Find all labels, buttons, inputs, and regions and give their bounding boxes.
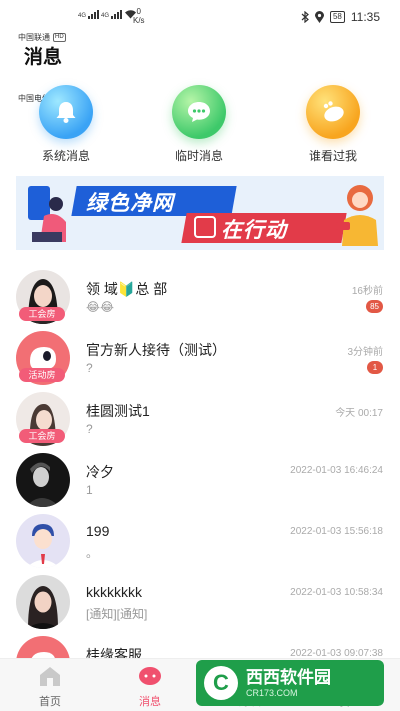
- quick-action-label: 谁看过我: [308, 149, 357, 163]
- unread-badge: 85: [366, 300, 383, 313]
- banner-subheadline: 在行动: [221, 219, 287, 242]
- conversation-time: 2022-01-03 16:46:24: [290, 465, 383, 476]
- list-item[interactable]: 活动房 官方新人接待（测试） ? 3分钟前 1: [0, 323, 400, 385]
- site-watermark: C 西西软件园 CR173.COM: [196, 660, 384, 706]
- conversation-time: 今天 00:17: [335, 408, 383, 419]
- conversation-name: kkkkkkkk: [86, 584, 142, 600]
- room-tag: 工会房: [19, 429, 65, 443]
- conversation-name: 领 域🔰总 部: [86, 281, 168, 297]
- unread-badge: 1: [367, 361, 383, 374]
- clock: 11:35: [350, 10, 380, 24]
- messages-icon: [139, 667, 161, 685]
- room-tag: 工会房: [19, 307, 65, 321]
- status-bar: 中国联通HD 中国电信HD 4G 4G 0 K/s 58 11:35: [0, 0, 400, 103]
- avatar: [16, 575, 70, 629]
- conversation-time: 3分钟前: [347, 347, 383, 358]
- location-icon: [314, 11, 324, 23]
- conversation-preview: 。: [86, 546, 99, 560]
- girl-with-megaphone-illustration: [336, 185, 378, 246]
- battery-icon: 58: [329, 11, 345, 23]
- nav-home-label: 首页: [39, 696, 61, 708]
- network-type-1: 4G: [78, 13, 87, 19]
- home-icon: [40, 667, 60, 686]
- avatar: [16, 514, 70, 568]
- speed-unit: K/s: [133, 16, 145, 25]
- nav-messages[interactable]: 消息: [110, 665, 190, 709]
- list-item[interactable]: 199 。 2022-01-03 15:56:18: [0, 506, 400, 568]
- nav-home[interactable]: 首页: [10, 665, 90, 709]
- banner-headline: 绿色净网: [86, 192, 174, 215]
- list-item[interactable]: 工会房 领 域🔰总 部 😂😂 16秒前 85: [0, 262, 400, 324]
- conversation-time: 2022-01-03 10:58:34: [290, 587, 383, 598]
- conversation-name: 199: [86, 523, 110, 539]
- temporary-messages-button[interactable]: 临时消息: [149, 85, 249, 164]
- quick-action-label: 系统消息: [41, 149, 90, 163]
- carrier-1: 中国联通: [18, 32, 50, 42]
- conversation-time: 16秒前: [351, 286, 383, 297]
- conversation-name: 官方新人接待（测试）: [86, 342, 226, 358]
- status-right: 58 11:35: [301, 10, 380, 24]
- system-messages-button[interactable]: 系统消息: [16, 85, 116, 164]
- footprint-icon: [306, 85, 360, 139]
- network-type-2: 4G: [101, 13, 110, 19]
- conversation-preview: [通知][通知]: [86, 607, 148, 621]
- list-item[interactable]: kkkkkkkk [通知][通知] 2022-01-03 10:58:34: [0, 567, 400, 629]
- list-item[interactable]: 冷夕 1 2022-01-03 16:46:24: [0, 445, 400, 507]
- signal-icon: 4G 4G: [78, 9, 137, 19]
- quick-action-label: 临时消息: [174, 149, 223, 163]
- quick-actions: 系统消息 临时消息 谁看过我: [0, 85, 400, 165]
- conversation-preview: 😂😂: [86, 300, 115, 314]
- watermark-text: 西西软件园 CR173.COM: [246, 668, 331, 699]
- watermark-url: CR173.COM: [246, 687, 298, 698]
- conversation-preview: 1: [86, 483, 93, 497]
- conversation-name: 冷夕: [86, 464, 114, 480]
- bluetooth-icon: [301, 11, 309, 23]
- chat-bubble-icon: [172, 85, 226, 139]
- conversation-list: 工会房 领 域🔰总 部 😂😂 16秒前 85 活动房 官方新人接待（测试） ? …: [0, 262, 400, 690]
- who-viewed-me-button[interactable]: 谁看过我: [283, 85, 383, 164]
- watermark-brand: 西西软件园: [246, 667, 331, 687]
- nav-messages-label: 消息: [139, 696, 161, 708]
- watermark-logo: C: [204, 666, 238, 700]
- promo-banner[interactable]: 绿色净网 在行动: [16, 176, 384, 250]
- avatar: [16, 453, 70, 507]
- conversation-time: 2022-01-03 15:56:18: [290, 526, 383, 537]
- speed-value: 0: [136, 7, 141, 16]
- alarm-light-icon: [194, 216, 216, 238]
- list-item[interactable]: 工会房 桂圆测试1 ? 今天 00:17: [0, 384, 400, 446]
- bell-icon: [39, 85, 93, 139]
- conversation-name: 桂圆测试1: [86, 403, 150, 419]
- conversation-preview: ?: [86, 422, 93, 436]
- person-with-phone-illustration: [28, 186, 66, 242]
- conversation-preview: ?: [86, 361, 93, 375]
- page-title: 消息: [24, 47, 63, 68]
- network-speed: 0 K/s: [133, 7, 145, 25]
- room-tag: 活动房: [19, 368, 65, 382]
- hd-badge-1: HD: [53, 33, 66, 42]
